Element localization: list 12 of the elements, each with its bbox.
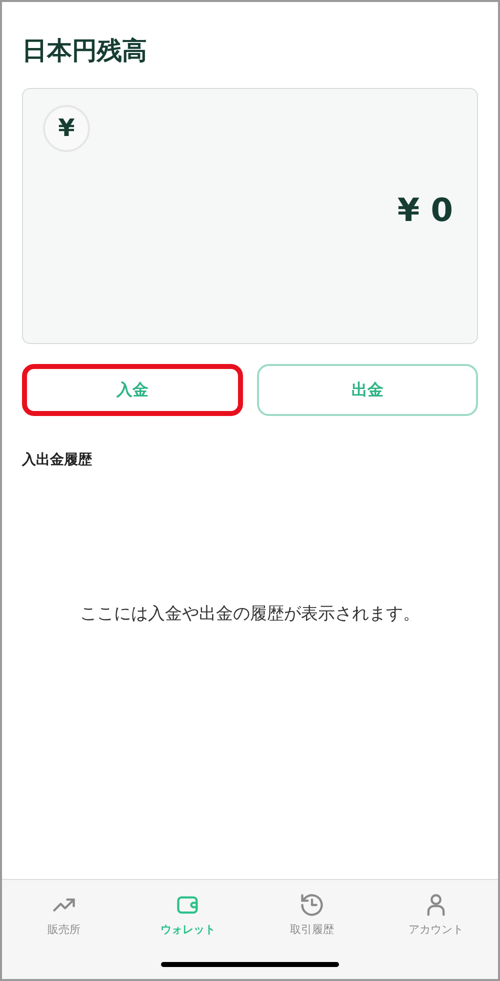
tab[interactable]: ウォレット <box>126 892 250 938</box>
yen-icon: ¥ <box>43 104 90 152</box>
tab[interactable]: 販売所 <box>2 892 126 938</box>
page-title: 日本円残高 <box>22 35 147 67</box>
balance-amount: ¥ 0 <box>397 190 453 230</box>
tab[interactable]: 取引履歴 <box>250 892 374 938</box>
action-button[interactable]: 出金 <box>257 364 478 416</box>
section-heading: 入出金履歴 <box>22 450 92 470</box>
history-icon <box>299 892 325 918</box>
tab[interactable]: アカウント <box>374 892 498 938</box>
empty-message: ここには入金や出金の履歴が表示されます。 <box>80 603 420 626</box>
action-button[interactable]: 入金 <box>22 364 243 416</box>
